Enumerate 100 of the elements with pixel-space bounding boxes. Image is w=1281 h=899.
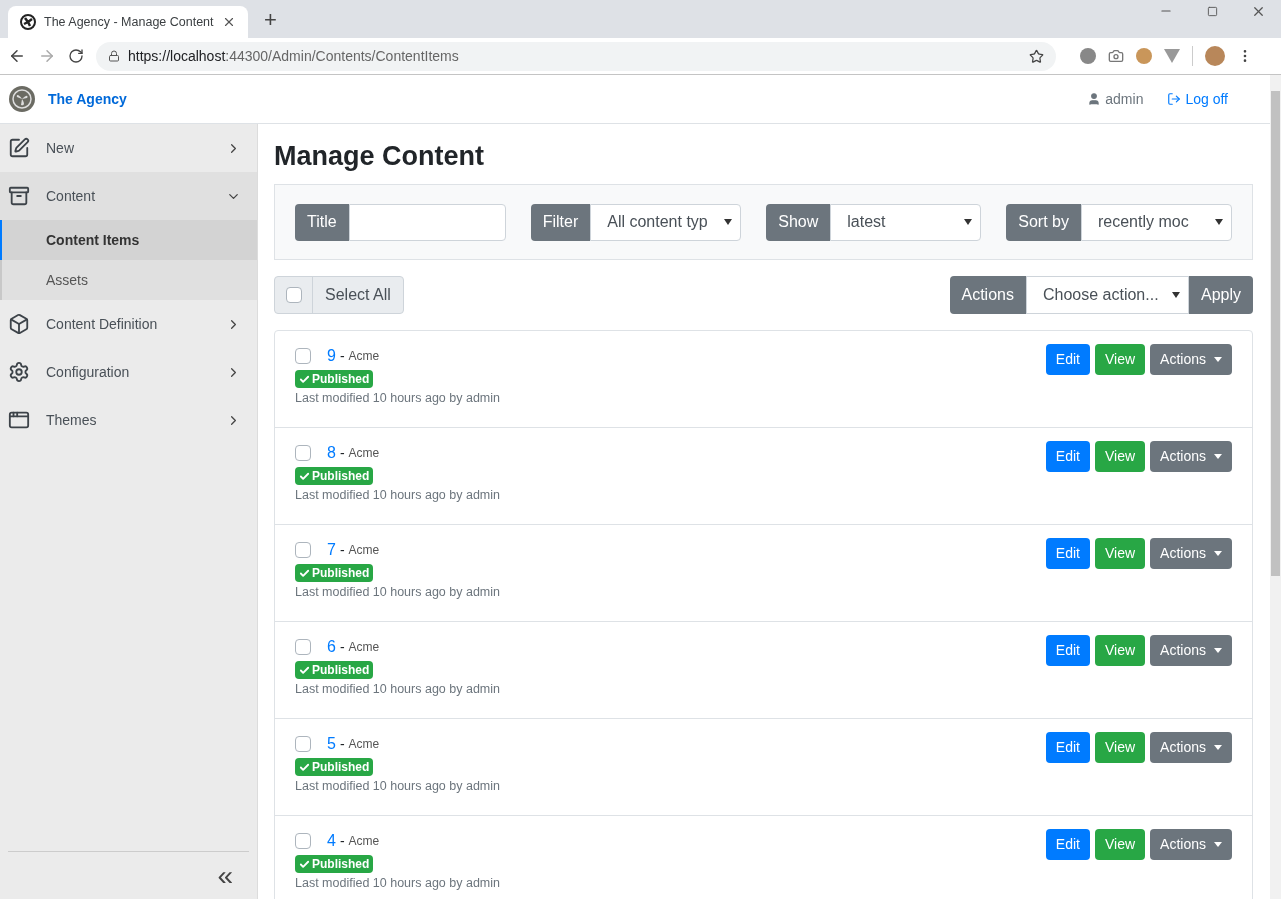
view-button[interactable]: View xyxy=(1095,732,1146,763)
view-button[interactable]: View xyxy=(1095,441,1146,472)
caret-icon xyxy=(1214,551,1222,556)
last-modified-text: Last modified 10 hours ago by admin xyxy=(295,778,500,794)
sidebar-item-icon xyxy=(8,313,30,335)
dropdown-caret-icon xyxy=(964,219,973,225)
checkbox[interactable] xyxy=(295,542,311,558)
sidebar-item-icon xyxy=(8,185,30,207)
checkbox[interactable] xyxy=(295,348,311,364)
user-icon xyxy=(1087,92,1102,106)
item-number-link[interactable]: 8 xyxy=(327,441,336,465)
actions-dropdown-button[interactable]: Actions xyxy=(1150,344,1232,375)
url-text: https://localhost:44300/Admin/Contents/ContentItems xyxy=(128,46,460,66)
edit-button[interactable]: Edit xyxy=(1045,441,1090,472)
separator: - xyxy=(339,540,345,560)
item-number-link[interactable]: 6 xyxy=(327,635,336,659)
select-field[interactable]: recently moc xyxy=(1080,203,1232,241)
item-number-link[interactable]: 5 xyxy=(327,732,336,756)
actions-dropdown-button[interactable]: Actions xyxy=(1150,635,1232,666)
separator: - xyxy=(339,637,345,657)
reload-icon[interactable] xyxy=(68,48,84,64)
item-number-link[interactable]: 7 xyxy=(327,538,336,562)
item-number-link[interactable]: 4 xyxy=(327,829,336,853)
edit-button[interactable]: Edit xyxy=(1045,538,1090,569)
separator: - xyxy=(339,734,345,754)
caret-icon xyxy=(1214,842,1222,847)
bulk-action-select[interactable]: Choose action... xyxy=(1025,276,1189,314)
view-button[interactable]: View xyxy=(1095,538,1146,569)
field-label: Filter xyxy=(530,203,591,241)
profile-avatar[interactable] xyxy=(1205,46,1225,66)
select-field[interactable]: latest xyxy=(830,203,982,241)
sidebar-item-icon xyxy=(8,409,30,431)
actions-dropdown-button[interactable]: Actions xyxy=(1150,829,1232,860)
sidebar-item[interactable]: New xyxy=(0,124,257,172)
checkbox[interactable] xyxy=(295,736,311,752)
edit-button[interactable]: Edit xyxy=(1045,829,1090,860)
checkbox[interactable] xyxy=(295,445,311,461)
separator: - xyxy=(339,831,345,851)
last-modified-text: Last modified 10 hours ago by admin xyxy=(295,681,500,697)
caret-icon xyxy=(1214,357,1222,362)
forward-icon[interactable] xyxy=(38,47,56,65)
v-shape-icon[interactable] xyxy=(1164,49,1180,63)
log-off-icon xyxy=(1167,92,1182,106)
user-name[interactable]: admin xyxy=(1105,88,1144,110)
tab-title: The Agency - Manage Content xyxy=(44,13,214,31)
collapse-sidebar-button[interactable]: « xyxy=(217,861,233,890)
lock-icon xyxy=(108,50,120,62)
status-badge: Published xyxy=(295,467,374,485)
last-modified-text: Last modified 10 hours ago by admin xyxy=(295,487,500,503)
status-badge: Published xyxy=(295,564,374,582)
actions-dropdown-button[interactable]: Actions xyxy=(1150,538,1232,569)
edit-button[interactable]: Edit xyxy=(1045,732,1090,763)
item-number-link[interactable]: 9 xyxy=(327,344,336,368)
caret-icon xyxy=(1214,745,1222,750)
view-button[interactable]: View xyxy=(1095,829,1146,860)
back-icon[interactable] xyxy=(8,47,26,65)
sidebar-item[interactable]: Configuration xyxy=(0,348,257,396)
sidebar-subitem[interactable]: Assets xyxy=(0,260,257,300)
last-modified-text: Last modified 10 hours ago by admin xyxy=(295,584,500,600)
separator: - xyxy=(339,346,345,366)
sidebar-item[interactable]: Themes xyxy=(0,396,257,444)
sidebar-item[interactable]: Content xyxy=(0,172,257,220)
caret-icon xyxy=(1214,648,1222,653)
new-tab-button[interactable]: + xyxy=(264,6,277,34)
content-type: Acme xyxy=(348,348,380,365)
content-type: Acme xyxy=(348,542,380,559)
dropdown-caret-icon xyxy=(1171,292,1180,298)
log-off-link[interactable]: Log off xyxy=(1185,88,1228,110)
field-label: Title xyxy=(295,203,349,241)
content-type: Acme xyxy=(348,833,380,850)
view-button[interactable]: View xyxy=(1095,635,1146,666)
status-badge: Published xyxy=(295,661,374,679)
status-badge: Published xyxy=(295,758,374,776)
checkbox[interactable] xyxy=(295,833,311,849)
edit-button[interactable]: Edit xyxy=(1045,635,1090,666)
status-badge: Published xyxy=(295,370,374,388)
last-modified-text: Last modified 10 hours ago by admin xyxy=(295,390,500,406)
status-badge: Published xyxy=(295,855,374,873)
view-button[interactable]: View xyxy=(1095,344,1146,375)
edit-button[interactable]: Edit xyxy=(1045,344,1090,375)
title-input-field[interactable] xyxy=(348,203,506,241)
close-icon[interactable] xyxy=(222,15,236,29)
content-type: Acme xyxy=(348,639,380,656)
select-field[interactable]: All content typ xyxy=(590,203,742,241)
checkbox[interactable] xyxy=(295,639,311,655)
apply-button[interactable]: Apply xyxy=(1188,276,1253,314)
camera-icon[interactable] xyxy=(1108,48,1124,64)
actions-dropdown-button[interactable]: Actions xyxy=(1150,732,1232,763)
sidebar-subitem[interactable]: Content Items xyxy=(0,220,257,260)
sidebar-item-icon xyxy=(8,137,30,159)
sidebar-item[interactable]: Content Definition xyxy=(0,300,257,348)
content-type: Acme xyxy=(348,736,380,753)
actions-dropdown-button[interactable]: Actions xyxy=(1150,441,1232,472)
dropdown-caret-icon xyxy=(1214,219,1223,225)
last-modified-text: Last modified 10 hours ago by admin xyxy=(295,875,500,891)
page-title: Manage Content xyxy=(274,140,485,173)
address-bar[interactable]: https://localhost:44300/Admin/Contents/ContentItems xyxy=(96,41,1056,71)
site-name[interactable]: The Agency xyxy=(48,88,127,110)
browser-tab[interactable]: The Agency - Manage Content xyxy=(8,6,248,38)
star-icon[interactable] xyxy=(1029,48,1044,64)
